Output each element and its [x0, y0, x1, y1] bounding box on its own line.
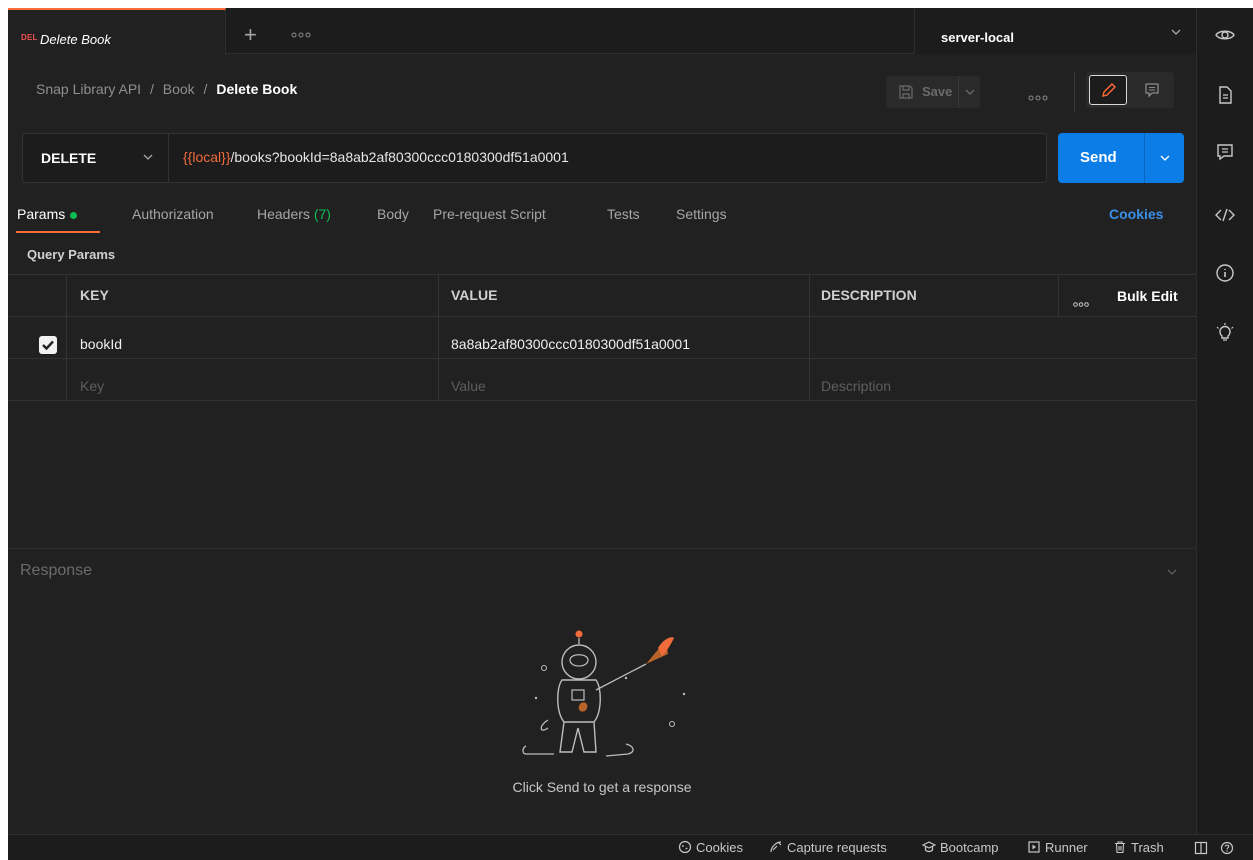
chevron-down-icon: [965, 89, 975, 95]
method-select[interactable]: DELETE: [23, 134, 169, 182]
query-params-table: KEY VALUE DESCRIPTION Bulk Edit bookId 8…: [8, 274, 1196, 401]
satellite-icon: [770, 841, 782, 853]
breadcrumb-collection[interactable]: Snap Library API: [36, 81, 141, 97]
code-icon[interactable]: [1213, 203, 1237, 227]
headers-count: (7): [313, 206, 331, 222]
save-button[interactable]: Save: [886, 76, 980, 108]
send-options-button[interactable]: [1144, 133, 1184, 183]
param-enabled-checkbox[interactable]: [39, 336, 57, 354]
more-icon[interactable]: [1073, 302, 1089, 307]
save-label: Save: [922, 84, 953, 99]
column-header-key: KEY: [80, 287, 109, 303]
breadcrumb-separator: /: [203, 81, 208, 97]
statusbar-cookies-label: Cookies: [696, 840, 743, 855]
chevron-down-icon: [1171, 29, 1181, 35]
info-icon[interactable]: [1213, 261, 1237, 285]
play-square-icon: [1028, 841, 1040, 853]
bulk-edit-button[interactable]: Bulk Edit: [1117, 288, 1178, 304]
tab-headers-label: Headers: [257, 206, 310, 222]
right-sidebar: [1196, 8, 1253, 834]
chevron-down-icon: [143, 154, 153, 160]
method-label: DELETE: [41, 150, 97, 166]
url-bar: DELETE {{local}}/books?bookId=8a8ab2af80…: [22, 133, 1047, 183]
lightbulb-icon[interactable]: [1213, 321, 1237, 345]
new-param-key-input[interactable]: Key: [80, 378, 104, 394]
edit-mode-button[interactable]: [1089, 75, 1127, 105]
cookies-link[interactable]: Cookies: [1109, 206, 1163, 222]
param-value[interactable]: 8a8ab2af80300ccc0180300df51a0001: [451, 336, 690, 352]
query-params-title: Query Params: [27, 247, 116, 262]
cookie-icon: [678, 840, 692, 854]
column-header-description: DESCRIPTION: [821, 287, 917, 303]
runner-button[interactable]: Runner: [1027, 840, 1088, 855]
graduation-cap-icon: [921, 841, 937, 853]
tab-params[interactable]: Params: [17, 206, 78, 222]
tab-params-label: Params: [17, 206, 66, 222]
more-icon[interactable]: [1028, 95, 1048, 101]
environment-select[interactable]: server-local: [914, 8, 1196, 54]
eye-icon[interactable]: [1213, 23, 1237, 47]
checkmark-icon: [42, 340, 54, 351]
capture-requests-button[interactable]: Capture requests: [769, 840, 887, 855]
breadcrumb-current: Delete Book: [216, 81, 298, 97]
save-icon: [899, 85, 913, 99]
trash-icon: [1115, 841, 1125, 854]
postman-app: DEL Delete Book + server-local Snap Libr…: [8, 8, 1253, 860]
chevron-down-icon[interactable]: [1165, 565, 1179, 579]
bootcamp-button[interactable]: Bootcamp: [921, 840, 999, 855]
column-header-value: VALUE: [451, 287, 498, 303]
url-input[interactable]: {{local}}/books?bookId=8a8ab2af80300ccc0…: [183, 149, 569, 165]
two-pane-icon[interactable]: [1194, 841, 1208, 855]
help-icon[interactable]: [1220, 841, 1234, 855]
active-tab-indicator: [16, 231, 100, 233]
runner-label: Runner: [1045, 840, 1088, 855]
send-label: Send: [1080, 149, 1117, 166]
url-variable: {{local}}: [183, 149, 231, 165]
save-options-button[interactable]: [958, 76, 980, 108]
tab-method-badge: DEL: [21, 33, 38, 42]
new-param-value-input[interactable]: Value: [451, 378, 486, 394]
tab-settings[interactable]: Settings: [676, 206, 727, 222]
tab-tests[interactable]: Tests: [607, 206, 640, 222]
tab-bar: DEL Delete Book + server-local: [8, 8, 1196, 55]
documentation-icon[interactable]: [1213, 83, 1237, 107]
tab-headers[interactable]: Headers (7): [257, 206, 331, 222]
trash-button[interactable]: Trash: [1113, 840, 1164, 855]
view-mode-toggle: [1086, 72, 1174, 108]
tab-body[interactable]: Body: [377, 206, 409, 222]
tab-title: Delete Book: [40, 32, 111, 47]
params-active-dot: [70, 211, 78, 219]
toolbar-divider: [1074, 71, 1075, 111]
response-title: Response: [20, 562, 93, 579]
new-param-description-input[interactable]: Description: [821, 378, 891, 394]
breadcrumb-separator: /: [149, 81, 154, 97]
param-key[interactable]: bookId: [80, 336, 122, 352]
statusbar-cookies-button[interactable]: Cookies: [678, 840, 743, 855]
pencil-icon: [1102, 83, 1116, 97]
environment-name: server-local: [941, 30, 1014, 45]
comments-icon: [1145, 83, 1159, 98]
new-tab-button[interactable]: +: [244, 22, 257, 48]
pane-divider[interactable]: [8, 548, 1196, 549]
breadcrumb-folder[interactable]: Book: [163, 81, 195, 97]
send-button[interactable]: Send: [1058, 133, 1184, 183]
breadcrumb: Snap Library API / Book / Delete Book: [36, 81, 297, 97]
more-icon[interactable]: [291, 32, 311, 38]
comments-icon[interactable]: [1213, 140, 1237, 164]
trash-label: Trash: [1131, 840, 1164, 855]
request-tab-delete-book[interactable]: DEL Delete Book: [8, 8, 226, 55]
tab-authorization[interactable]: Authorization: [132, 206, 214, 222]
astronaut-illustration: [522, 630, 686, 757]
tab-prerequest-script[interactable]: Pre-request Script: [433, 206, 546, 222]
status-bar: Cookies Capture requests Bootcamp Runner…: [8, 834, 1253, 860]
capture-requests-label: Capture requests: [787, 840, 887, 855]
response-empty-message: Click Send to get a response: [512, 779, 692, 795]
chevron-down-icon: [1160, 155, 1170, 161]
bootcamp-label: Bootcamp: [940, 840, 999, 855]
comment-mode-button[interactable]: [1134, 75, 1170, 105]
url-path: /books?bookId=8a8ab2af80300ccc0180300df5…: [230, 149, 569, 165]
